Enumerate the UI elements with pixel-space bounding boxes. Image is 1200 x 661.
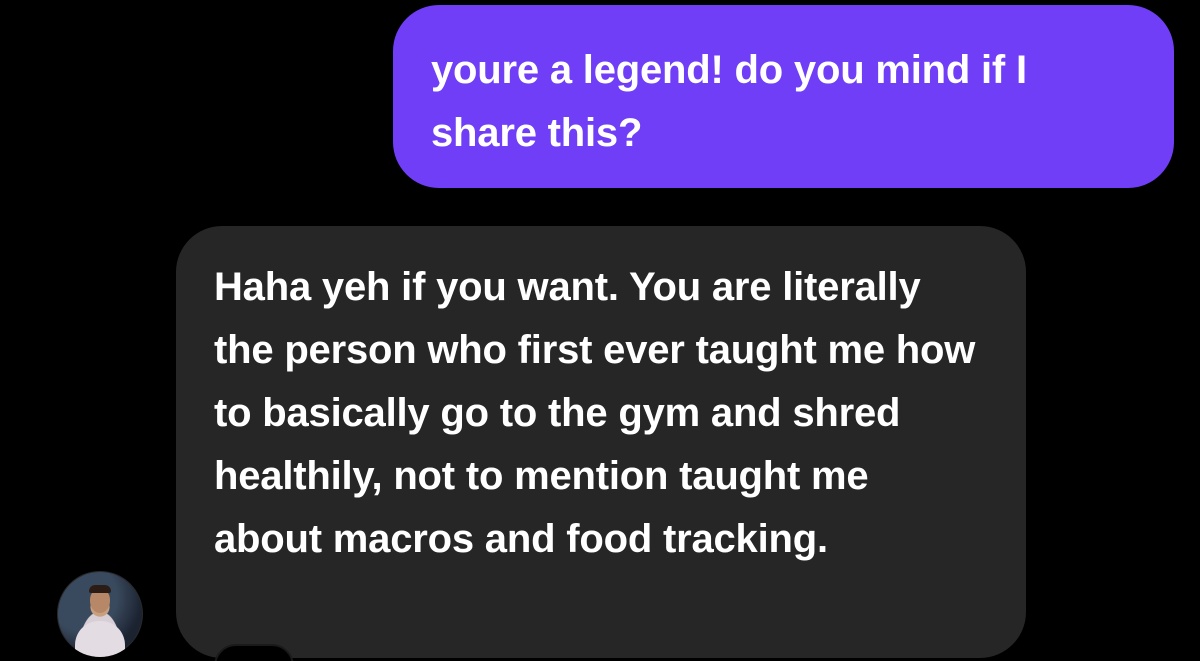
incoming-message-text: Haha yeh if you want. You are literally …: [214, 265, 976, 561]
avatar-shirt: [75, 621, 125, 657]
message-thread: youre a legend! do you mind if I share t…: [0, 0, 1200, 661]
outgoing-message-bubble[interactable]: youre a legend! do you mind if I share t…: [393, 5, 1174, 188]
incoming-message-bubble[interactable]: Haha yeh if you want. You are literally …: [176, 226, 1026, 658]
sender-avatar[interactable]: [57, 571, 143, 657]
reaction-badge: [214, 644, 294, 661]
outgoing-message-text: youre a legend! do you mind if I share t…: [431, 48, 1027, 155]
avatar-hair: [89, 585, 111, 593]
